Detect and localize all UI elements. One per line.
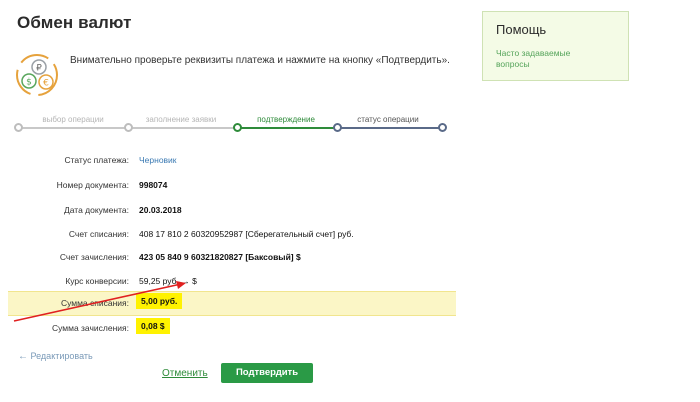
main-content: Обмен валют ₽ $ € Внимательно проверьте … [0,0,470,402]
help-title: Помощь [496,22,547,37]
confirm-button[interactable]: Подтвердить [221,363,313,383]
help-sidebar: Помощь Часто задаваемые вопросы [482,11,629,81]
edit-link-label: Редактировать [30,351,93,361]
annotation-arrow-icon [13,281,186,322]
edit-link[interactable]: ← Редактировать [18,351,93,362]
cancel-link[interactable]: Отменить [162,368,208,379]
faq-link[interactable]: Часто задаваемые вопросы [496,48,586,70]
arrow-left-icon: ← [18,351,28,362]
